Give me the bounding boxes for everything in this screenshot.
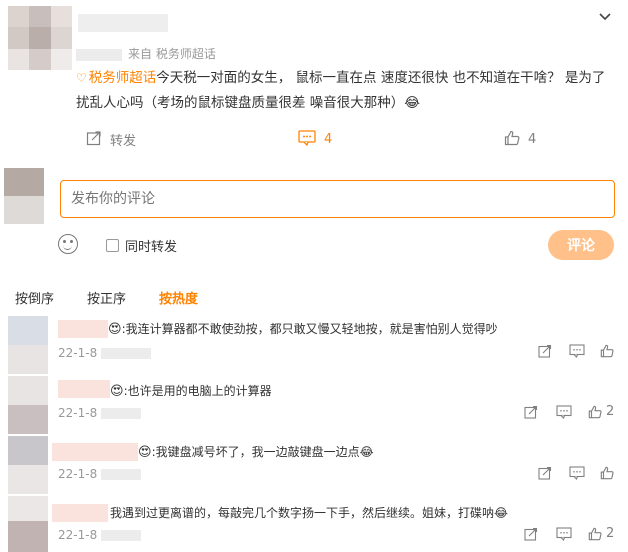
thumbs-up-icon[interactable] (600, 466, 614, 484)
comment-date-text: 22-1-8 (58, 467, 98, 481)
post-author-name[interactable] (78, 14, 168, 32)
commenter-avatar[interactable] (8, 316, 48, 374)
heart-eyes-icon: 😍 (108, 322, 122, 337)
post-time (76, 48, 122, 61)
thumbs-up-icon (588, 405, 602, 418)
post-source: 来自 税务师超话 (128, 47, 216, 61)
comment-date-text: 22-1-8 (58, 346, 98, 360)
comment-input[interactable] (60, 180, 615, 218)
comment-button[interactable]: 4 (298, 130, 332, 149)
post-meta: 来自 税务师超话 (76, 45, 216, 62)
commenter-avatar[interactable] (8, 436, 48, 494)
comment-date: 22-1-8 (58, 346, 152, 360)
sort-forward-tab[interactable]: 按正序 (87, 288, 126, 307)
comment-content: 也许是用的电脑上的计算器 (127, 384, 272, 398)
topic-icon: ♡ (76, 71, 87, 85)
chevron-down-icon[interactable] (598, 10, 614, 26)
commenter-avatar[interactable] (8, 376, 48, 434)
post-body: ♡ 税务师超话今天税一对面的女生， 鼠标一直在点 速度还很快 也不知道在干啥？ 是… (76, 66, 616, 116)
comment-content: 我键盘减号坏了，我一边敲键盘一边点😂 (155, 445, 374, 459)
repost-checkbox[interactable] (106, 239, 119, 252)
comment-text: 我遇到过更离谱的，每敲完几个数字扬一下手，然后继续。姐妹，打碟呐😂 (110, 504, 620, 522)
repost-toggle[interactable]: 同时转发 (106, 236, 177, 255)
comment-text: 😍:我连计算器都不敢使劲按，都只敢又慢又轻地按，就是害怕别人觉得吵 (108, 322, 498, 337)
commenter-name[interactable] (52, 504, 108, 522)
like-button[interactable]: 2 (588, 404, 614, 419)
emoji-icon[interactable] (58, 234, 78, 254)
submit-comment-button[interactable]: 评论 (548, 230, 614, 260)
comment-text: 😍:我键盘减号坏了，我一边敲键盘一边点😂 (138, 445, 374, 460)
comment-date: 22-1-8 (58, 528, 142, 542)
like-button[interactable]: 2 (588, 526, 614, 541)
comment-date-text: 22-1-8 (58, 528, 98, 542)
reply-icon[interactable] (569, 344, 585, 362)
comment-date: 22-1-8 (58, 467, 142, 481)
share-button[interactable]: 转发 (86, 130, 136, 149)
comment-text: 😍:也许是用的电脑上的计算器 (110, 384, 272, 399)
comment-count: 4 (324, 132, 333, 147)
comment-content: 我连计算器都不敢使劲按，都只敢又慢又轻地按，就是害怕别人觉得吵 (125, 322, 498, 336)
thumbs-up-icon (588, 527, 602, 540)
heart-eyes-icon: 😍 (110, 384, 124, 399)
commenter-name[interactable] (52, 443, 138, 461)
comment-date: 22-1-8 (58, 406, 142, 420)
reply-icon[interactable] (556, 405, 572, 423)
repost-icon[interactable] (538, 466, 552, 484)
share-label: 转发 (110, 134, 137, 149)
my-avatar (4, 168, 44, 224)
like-count: 4 (528, 132, 537, 147)
repost-icon[interactable] (524, 527, 538, 545)
like-count: 2 (606, 526, 615, 541)
share-icon (86, 130, 102, 149)
repost-icon[interactable] (524, 405, 538, 423)
topic-link[interactable]: 税务师超话 (89, 70, 157, 86)
repost-icon[interactable] (538, 344, 552, 362)
comment-date-text: 22-1-8 (58, 406, 98, 420)
commenter-avatar[interactable] (8, 496, 48, 552)
repost-label: 同时转发 (125, 240, 178, 255)
post-author-avatar[interactable] (8, 6, 72, 70)
post-text: 今天税一对面的女生， 鼠标一直在点 速度还很快 也不知道在干啥？ 是为了扰乱人心… (76, 70, 606, 111)
reply-icon[interactable] (569, 466, 585, 484)
heart-eyes-icon: 😍 (138, 445, 152, 460)
commenter-name[interactable] (58, 380, 110, 398)
thumbs-up-icon[interactable] (600, 344, 614, 362)
reply-icon[interactable] (556, 527, 572, 545)
commenter-name[interactable] (58, 320, 108, 338)
comment-icon (298, 130, 316, 149)
sort-reverse-tab[interactable]: 按倒序 (15, 288, 54, 307)
like-count: 2 (606, 404, 615, 419)
comment-content: 我遇到过更离谱的，每敲完几个数字扬一下手，然后继续。姐妹，打碟呐😂 (110, 506, 509, 520)
sort-hot-tab[interactable]: 按热度 (159, 288, 198, 307)
thumbs-up-icon (504, 130, 520, 149)
like-button[interactable]: 4 (504, 130, 536, 149)
